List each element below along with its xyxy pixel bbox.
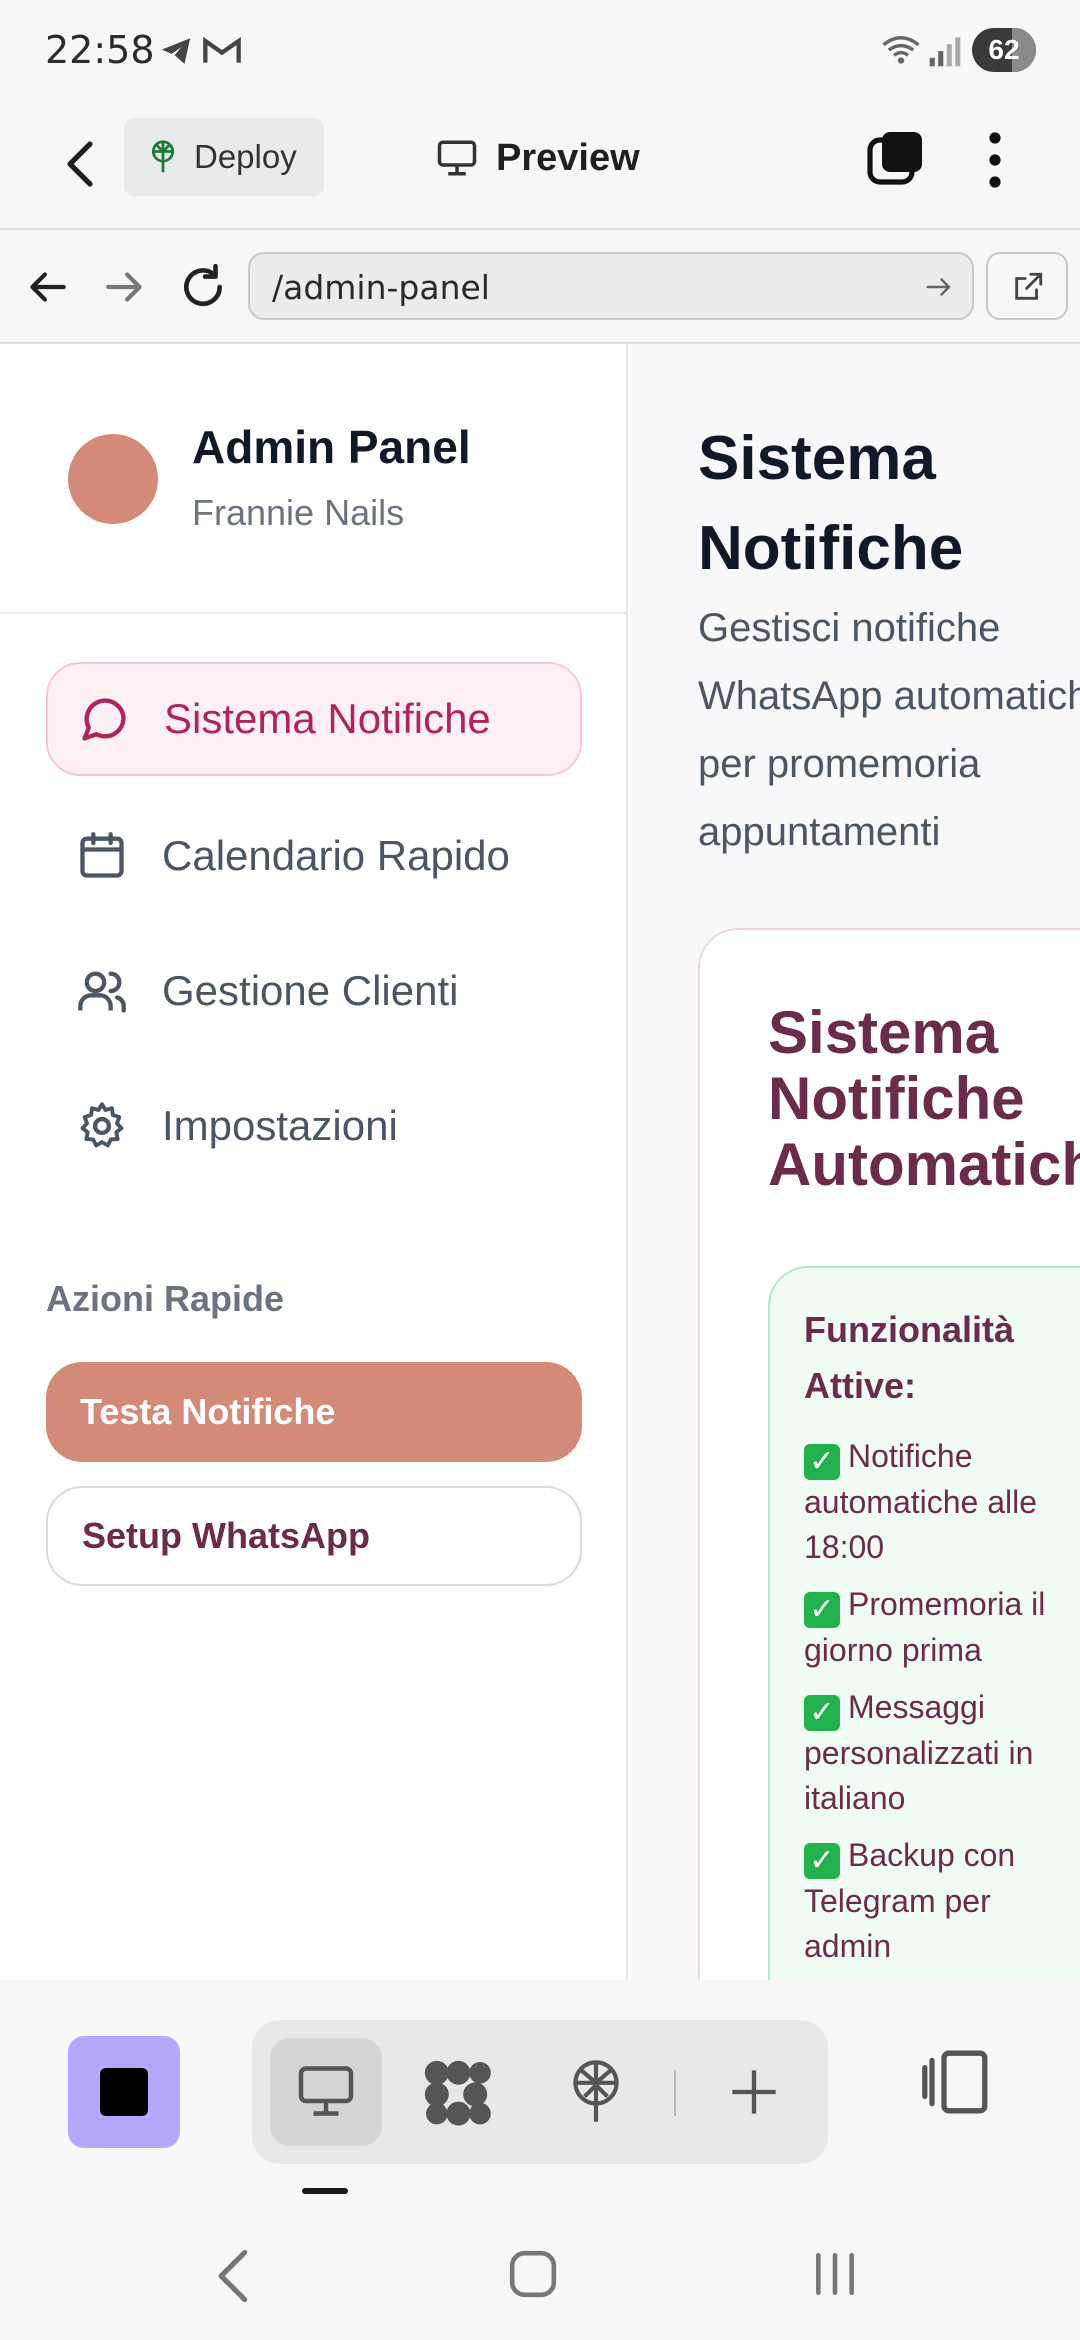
status-time: 22:58 [45, 28, 155, 72]
monitor-icon [437, 140, 477, 176]
mode-switcher [252, 2020, 828, 2164]
users-icon [78, 971, 126, 1013]
sidebar-item-label: Gestione Clienti [162, 967, 459, 1014]
app-bar: Deploy Preview [0, 100, 1080, 230]
deploy-mode-button[interactable] [540, 2038, 652, 2146]
wifi-icon [882, 36, 920, 64]
sidebar-item-notifiche[interactable]: Sistema Notifiche [46, 662, 582, 776]
stop-icon [100, 2068, 148, 2116]
browser-forward-icon[interactable] [100, 262, 150, 312]
check-mark-icon: ✓ [804, 1444, 840, 1480]
more-vertical-icon[interactable] [975, 128, 1015, 192]
sidebar-item-impostazioni[interactable]: Impostazioni [46, 1069, 582, 1183]
antenna-icon [573, 2060, 619, 2122]
preview-label: Preview [496, 136, 640, 179]
tabs-icon[interactable] [866, 128, 926, 188]
telegram-icon [161, 38, 191, 64]
card-title: Sistema Notifiche Automatiche [768, 999, 1080, 1198]
battery-indicator: 62 [972, 28, 1036, 72]
check-mark-icon: ✓ [804, 1695, 840, 1731]
list-item: ✓ Backup con Telegram per admin [804, 1837, 1016, 1964]
sidebar-item-label: Calendario Rapido [162, 832, 510, 879]
url-field[interactable]: /admin-panel [248, 252, 974, 320]
add-button[interactable] [698, 2038, 810, 2146]
system-home-icon[interactable] [508, 2248, 558, 2300]
system-back-icon[interactable] [212, 2246, 256, 2306]
refresh-icon[interactable] [178, 262, 228, 312]
deploy-label: Deploy [194, 138, 297, 175]
list-item: ✓ Messaggi personalizzati in italiano [804, 1689, 1034, 1816]
open-external-button[interactable] [986, 252, 1068, 320]
deploy-antenna-icon [151, 140, 175, 173]
avatar [68, 434, 158, 524]
preview-tab[interactable]: Preview [436, 130, 640, 186]
deploy-button[interactable]: Deploy [124, 118, 324, 196]
sidebar-item-clienti[interactable]: Gestione Clienti [46, 934, 582, 1048]
calendar-icon [80, 832, 124, 878]
divider [674, 2070, 676, 2116]
sidebar-item-label: Sistema Notifiche [164, 695, 491, 742]
quick-actions-label: Azioni Rapide [46, 1278, 285, 1319]
plus-icon [732, 2070, 776, 2114]
gmail-icon [203, 36, 241, 63]
active-features-box: Funzionalità Attive: ✓ Notifiche automati… [768, 1266, 1080, 1980]
sidebar-item-label: Impostazioni [162, 1102, 398, 1149]
message-circle-icon [82, 698, 126, 741]
system-navigation [0, 2200, 1080, 2340]
main-panel: Sistema Notifiche Gestisci notifiche Wha… [630, 344, 1080, 1980]
features-list: ✓ Notifiche automatiche alle 18:00 ✓ Prome… [804, 1434, 1074, 1980]
bottom-toolbar [0, 1980, 1080, 2200]
system-recents-icon[interactable] [810, 2250, 860, 2298]
url-text: /admin-panel [272, 268, 490, 307]
signal-icon [929, 37, 961, 67]
grid-blob-icon [424, 2060, 491, 2126]
gear-icon [80, 1102, 124, 1148]
check-mark-icon: ✓ [804, 1843, 840, 1879]
monitor-icon [298, 2066, 354, 2116]
status-bar: 22:58 62 [0, 0, 1080, 100]
page-title: Sistema Notifiche [698, 424, 964, 583]
workspace-mode-button[interactable] [400, 2038, 512, 2146]
list-item: ✓ Promemoria il giorno prima [804, 1586, 1046, 1668]
features-title: Funzionalità Attive: [804, 1309, 1014, 1406]
list-item: ✓ Notifiche automatiche alle 18:00 [804, 1438, 1038, 1565]
setup-whatsapp-button[interactable]: Setup WhatsApp [46, 1486, 582, 1586]
sidebar: Admin Panel Frannie Nails Sistema Notifi… [0, 344, 628, 1980]
tab-indicator [302, 2188, 348, 2194]
notifications-card: Sistema Notifiche Automatiche Funzionali… [698, 928, 1080, 1980]
external-link-icon [1015, 272, 1043, 300]
page-description: Gestisci notifiche WhatsApp automatiche … [698, 606, 1080, 854]
sidebar-header: Admin Panel Frannie Nails [0, 344, 628, 614]
brand-subtitle: Frannie Nails [192, 492, 405, 533]
url-go-arrow-icon[interactable] [924, 272, 954, 302]
web-content: Admin Panel Frannie Nails Sistema Notifi… [0, 344, 1080, 1980]
test-notifications-button[interactable]: Testa Notifiche [46, 1362, 582, 1462]
brand-title: Admin Panel [192, 421, 471, 473]
sidebar-item-calendario[interactable]: Calendario Rapido [46, 799, 582, 913]
side-panel-icon[interactable] [920, 2046, 992, 2118]
browser-bar: /admin-panel [0, 230, 1080, 344]
preview-mode-button[interactable] [270, 2038, 382, 2146]
stop-button[interactable] [68, 2036, 180, 2148]
browser-back-icon[interactable] [22, 262, 72, 312]
back-arrow-icon[interactable] [58, 136, 106, 192]
check-mark-icon: ✓ [804, 1592, 840, 1628]
